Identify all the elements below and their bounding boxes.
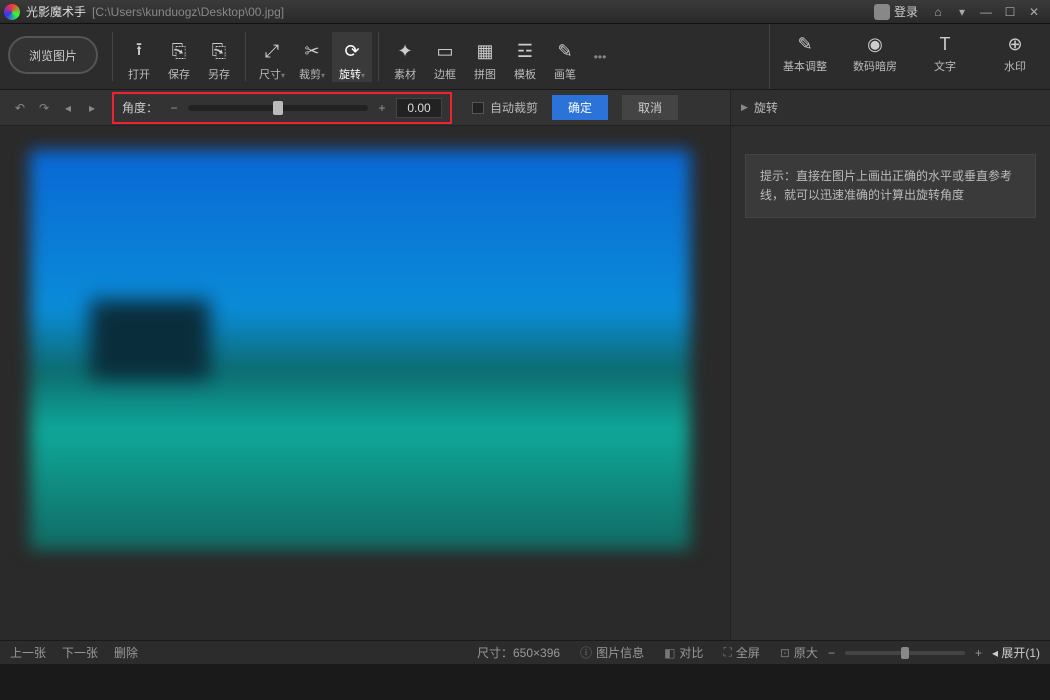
delete-image-button[interactable]: 删除 xyxy=(114,644,138,661)
open-button[interactable]: ⭱ 打开 xyxy=(119,32,159,82)
cancel-button[interactable]: 取消 xyxy=(622,95,678,120)
resize-button[interactable]: ⤢ 尺寸▾ xyxy=(252,32,292,82)
save-icon: ⎘ xyxy=(159,40,199,64)
file-tools: ⭱ 打开 ⎘ 保存 ⎘ 另存 xyxy=(119,24,239,89)
material-icon: ✦ xyxy=(385,40,425,64)
brush-button[interactable]: ✎ 画笔 xyxy=(545,32,585,82)
zoom-slider-thumb[interactable] xyxy=(901,647,909,659)
status-bar: 上一张 下一张 删除 尺寸： 650×396 ⓘ图片信息 ◧对比 ⛶全屏 ⊡原大… xyxy=(0,640,1050,664)
title-bar: 光影魔术手 [C:\Users\kunduogz\Desktop\00.jpg]… xyxy=(0,0,1050,24)
side-panel-title: 旋转 xyxy=(754,99,778,116)
collage-button[interactable]: ▦ 拼图 xyxy=(465,32,505,82)
original-size-button[interactable]: ⊡原大 xyxy=(780,644,818,661)
maximize-button[interactable]: ☐ xyxy=(999,3,1021,21)
frame-icon: ▭ xyxy=(425,40,465,64)
nav-right-button[interactable]: ▸ xyxy=(82,98,102,118)
edit-tools: ⤢ 尺寸▾ ✂ 裁剪▾ ⟳ 旋转▾ xyxy=(252,24,372,89)
main-area: ↶ ↷ ◂ ▸ 角度： − + 0.00 自动裁剪 确定 取消 ▶ 旋转 xyxy=(0,90,1050,640)
darkroom-icon: ◉ xyxy=(840,32,910,56)
autocrop-checkbox[interactable] xyxy=(472,102,484,114)
material-button[interactable]: ✦ 素材 xyxy=(385,32,425,82)
side-panel: ▶ 旋转 提示：直接在图片上画出正确的水平或垂直参考线，就可以迅速准确的计算出旋… xyxy=(730,90,1050,640)
app-logo-icon xyxy=(4,4,20,20)
side-panel-header[interactable]: ▶ 旋转 xyxy=(731,90,1050,126)
template-button[interactable]: ☲ 模板 xyxy=(505,32,545,82)
confirm-button[interactable]: 确定 xyxy=(552,95,608,120)
file-path: [C:\Users\kunduogz\Desktop\00.jpg] xyxy=(92,5,284,19)
original-icon: ⊡ xyxy=(780,646,790,660)
app-title: 光影魔术手 xyxy=(26,3,86,20)
image-info-button[interactable]: ⓘ图片信息 xyxy=(580,644,644,661)
angle-slider[interactable] xyxy=(188,105,368,111)
browse-images-button[interactable]: 浏览图片 xyxy=(8,36,98,74)
compare-button[interactable]: ◧对比 xyxy=(664,644,703,661)
autocrop-label: 自动裁剪 xyxy=(490,99,538,116)
angle-decrease-button[interactable]: − xyxy=(166,101,182,115)
frame-button[interactable]: ▭ 边框 xyxy=(425,32,465,82)
rotate-button[interactable]: ⟳ 旋转▾ xyxy=(332,32,372,82)
login-button[interactable]: 登录 xyxy=(874,3,918,20)
right-panel-tabs: ✎ 基本调整 ◉ 数码暗房 T 文字 ⊕ 水印 xyxy=(769,24,1050,89)
compare-icon: ◧ xyxy=(664,646,675,660)
login-label: 登录 xyxy=(894,3,918,20)
canvas[interactable]: ↶ ↷ ◂ ▸ 角度： − + 0.00 自动裁剪 确定 取消 xyxy=(0,90,730,640)
text-icon: T xyxy=(910,32,980,56)
watermark-icon: ⊕ xyxy=(980,32,1050,56)
undo-button[interactable]: ↶ xyxy=(10,98,30,118)
crop-icon: ✂ xyxy=(292,40,332,64)
info-icon: ⓘ xyxy=(580,644,592,661)
minimize-button[interactable]: — xyxy=(975,3,997,21)
image-preview[interactable] xyxy=(30,150,690,550)
watermark-tab[interactable]: ⊕ 水印 xyxy=(980,24,1050,89)
tip-text: 提示：直接在图片上画出正确的水平或垂直参考线，就可以迅速准确的计算出旋转角度 xyxy=(760,169,1012,202)
fullscreen-button[interactable]: ⛶全屏 xyxy=(723,644,759,661)
angle-value-input[interactable]: 0.00 xyxy=(396,98,442,118)
basic-adjust-tab[interactable]: ✎ 基本调整 xyxy=(770,24,840,89)
resize-icon: ⤢ xyxy=(252,40,292,64)
crop-button[interactable]: ✂ 裁剪▾ xyxy=(292,32,332,82)
nav-left-button[interactable]: ◂ xyxy=(58,98,78,118)
zoom-out-button[interactable]: − xyxy=(828,646,835,660)
collage-icon: ▦ xyxy=(465,40,505,64)
fullscreen-icon: ⛶ xyxy=(723,645,731,660)
redo-button[interactable]: ↷ xyxy=(34,98,54,118)
zoom-slider[interactable] xyxy=(845,651,965,655)
collapse-triangle-icon: ▶ xyxy=(741,102,748,113)
next-image-button[interactable]: 下一张 xyxy=(62,644,98,661)
save-as-icon: ⎘ xyxy=(199,40,239,64)
darkroom-tab[interactable]: ◉ 数码暗房 xyxy=(840,24,910,89)
angle-control-highlight: 角度： − + 0.00 xyxy=(112,92,452,124)
user-avatar-icon xyxy=(874,4,890,20)
save-as-button[interactable]: ⎘ 另存 xyxy=(199,32,239,82)
tip-box: 提示：直接在图片上画出正确的水平或垂直参考线，就可以迅速准确的计算出旋转角度 xyxy=(745,154,1036,218)
text-tab[interactable]: T 文字 xyxy=(910,24,980,89)
angle-label: 角度： xyxy=(122,99,158,116)
settings-button[interactable]: ▾ xyxy=(951,3,973,21)
brush-icon: ✎ xyxy=(545,40,585,64)
save-button[interactable]: ⎘ 保存 xyxy=(159,32,199,82)
open-icon: ⭱ xyxy=(119,40,159,64)
template-icon: ☲ xyxy=(505,40,545,64)
rotate-icon: ⟳ xyxy=(332,40,372,64)
more-tools-button[interactable]: ••• xyxy=(585,50,615,64)
angle-increase-button[interactable]: + xyxy=(374,101,390,115)
angle-slider-thumb[interactable] xyxy=(273,101,283,115)
image-size: 尺寸： 650×396 xyxy=(477,644,560,661)
main-toolbar: 浏览图片 ⭱ 打开 ⎘ 保存 ⎘ 另存 ⤢ 尺寸▾ ✂ 裁剪▾ ⟳ 旋转▾ xyxy=(0,24,1050,90)
zoom-in-button[interactable]: + xyxy=(975,646,982,660)
decorate-tools: ✦ 素材 ▭ 边框 ▦ 拼图 ☲ 模板 ✎ 画笔 ••• xyxy=(385,24,615,89)
rotate-options-bar: ↶ ↷ ◂ ▸ 角度： − + 0.00 自动裁剪 确定 取消 xyxy=(0,90,730,126)
home-button[interactable]: ⌂ xyxy=(927,3,949,21)
prev-image-button[interactable]: 上一张 xyxy=(10,644,46,661)
expand-panel-button[interactable]: ◂ 展开(1) xyxy=(992,644,1040,661)
close-button[interactable]: ✕ xyxy=(1023,3,1045,21)
basic-adjust-icon: ✎ xyxy=(770,32,840,56)
